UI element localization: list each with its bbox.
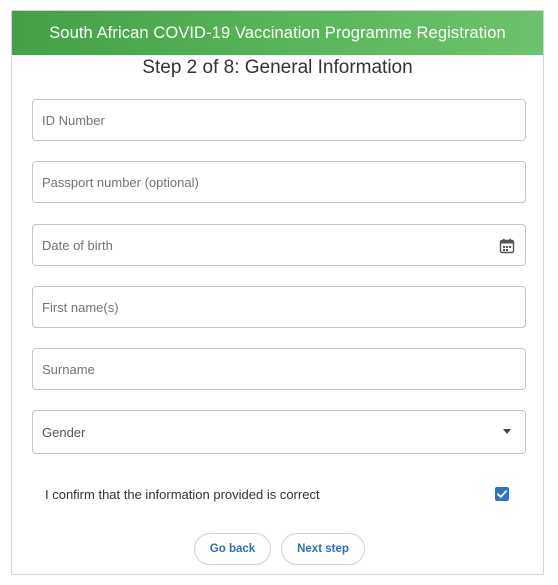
date-of-birth-input[interactable] (33, 225, 525, 265)
registration-card: South African COVID-19 Vaccination Progr… (11, 10, 544, 575)
confirm-checkbox[interactable] (495, 487, 509, 501)
passport-field[interactable] (32, 161, 526, 203)
passport-input[interactable] (33, 162, 525, 202)
header-bar: South African COVID-19 Vaccination Progr… (12, 11, 543, 55)
first-name-field[interactable] (32, 286, 526, 328)
id-number-input[interactable] (33, 100, 525, 140)
first-name-input[interactable] (33, 287, 525, 327)
checkmark-icon (497, 490, 507, 498)
calendar-icon[interactable] (499, 238, 515, 254)
chevron-down-icon[interactable] (503, 429, 511, 434)
header-title: South African COVID-19 Vaccination Progr… (49, 23, 506, 42)
surname-field[interactable] (32, 348, 526, 390)
id-number-field[interactable] (32, 99, 526, 141)
confirm-label: I confirm that the information provided … (45, 487, 320, 502)
next-step-button[interactable]: Next step (281, 533, 365, 565)
gender-select-label: Gender (42, 424, 86, 440)
surname-input[interactable] (33, 349, 525, 389)
date-of-birth-field[interactable] (32, 224, 526, 266)
go-back-button[interactable]: Go back (194, 533, 271, 565)
gender-select[interactable]: Gender (32, 410, 526, 454)
step-title: Step 2 of 8: General Information (142, 57, 413, 78)
